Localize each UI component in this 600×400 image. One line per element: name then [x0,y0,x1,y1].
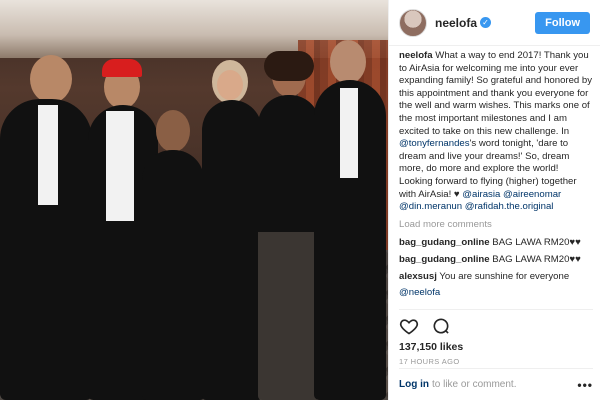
more-options-icon[interactable]: ••• [577,378,593,392]
post-timestamp: 17 HOURS AGO [399,357,460,366]
mention-aireenomar[interactable]: @aireenomar [503,189,561,200]
comments-section: neelofa What a way to end 2017! Thank yo… [399,50,593,305]
comment-item-partial[interactable]: @neelofa [399,287,593,300]
comment-item: bag_gudang_online BAG LAWA RM20♥♥ [399,254,593,267]
follow-button[interactable]: Follow [535,11,590,34]
mention-din-meranun[interactable]: @din.meranun [399,201,462,212]
avatar[interactable] [399,8,427,37]
comment-username[interactable]: bag_gudang_online [399,254,490,265]
comment-text: You are sunshine for everyone [439,270,570,282]
post-photo[interactable] [0,0,388,400]
post-sidebar: neelofa ✓ Follow neelofa What a way to e… [388,0,600,400]
comment-username[interactable]: bag_gudang_online [399,237,490,248]
comment-item: alexsusj You are sunshine for everyone [399,271,593,284]
comment-text: BAG LAWA RM20♥♥ [492,237,581,249]
login-link[interactable]: Log in [399,379,429,390]
login-footer: Log in to like or comment. ••• [399,368,593,400]
comment-icon[interactable] [431,316,451,336]
person-1 [0,55,95,400]
login-suffix: to like or comment. [432,379,517,390]
post-actions: 137,150 likes 17 HOURS AGO [399,309,593,366]
heart-icon[interactable] [399,316,419,336]
mention-rafidah[interactable]: @rafidah.the.original [465,201,554,212]
comment-text: BAG LAWA RM20♥♥ [492,253,581,265]
caption-text-1: What a way to end 2017! Thank you to Air… [399,50,593,137]
post-caption: neelofa What a way to end 2017! Thank yo… [399,50,593,214]
comment-item: bag_gudang_online BAG LAWA RM20♥♥ [399,237,593,250]
mention-airasia[interactable]: @airasia [462,189,500,200]
header-username[interactable]: neelofa [435,16,477,30]
caption-username[interactable]: neelofa [399,50,433,61]
comment-username[interactable]: alexsusj [399,271,437,282]
person-6 [312,40,388,400]
load-more-comments-link[interactable]: Load more comments [399,219,593,232]
verified-badge-icon: ✓ [480,17,492,28]
post-header: neelofa ✓ Follow [389,0,600,46]
caption-mention[interactable]: @tonyfernandes [399,138,470,149]
like-count[interactable]: 137,150 likes [399,341,593,353]
